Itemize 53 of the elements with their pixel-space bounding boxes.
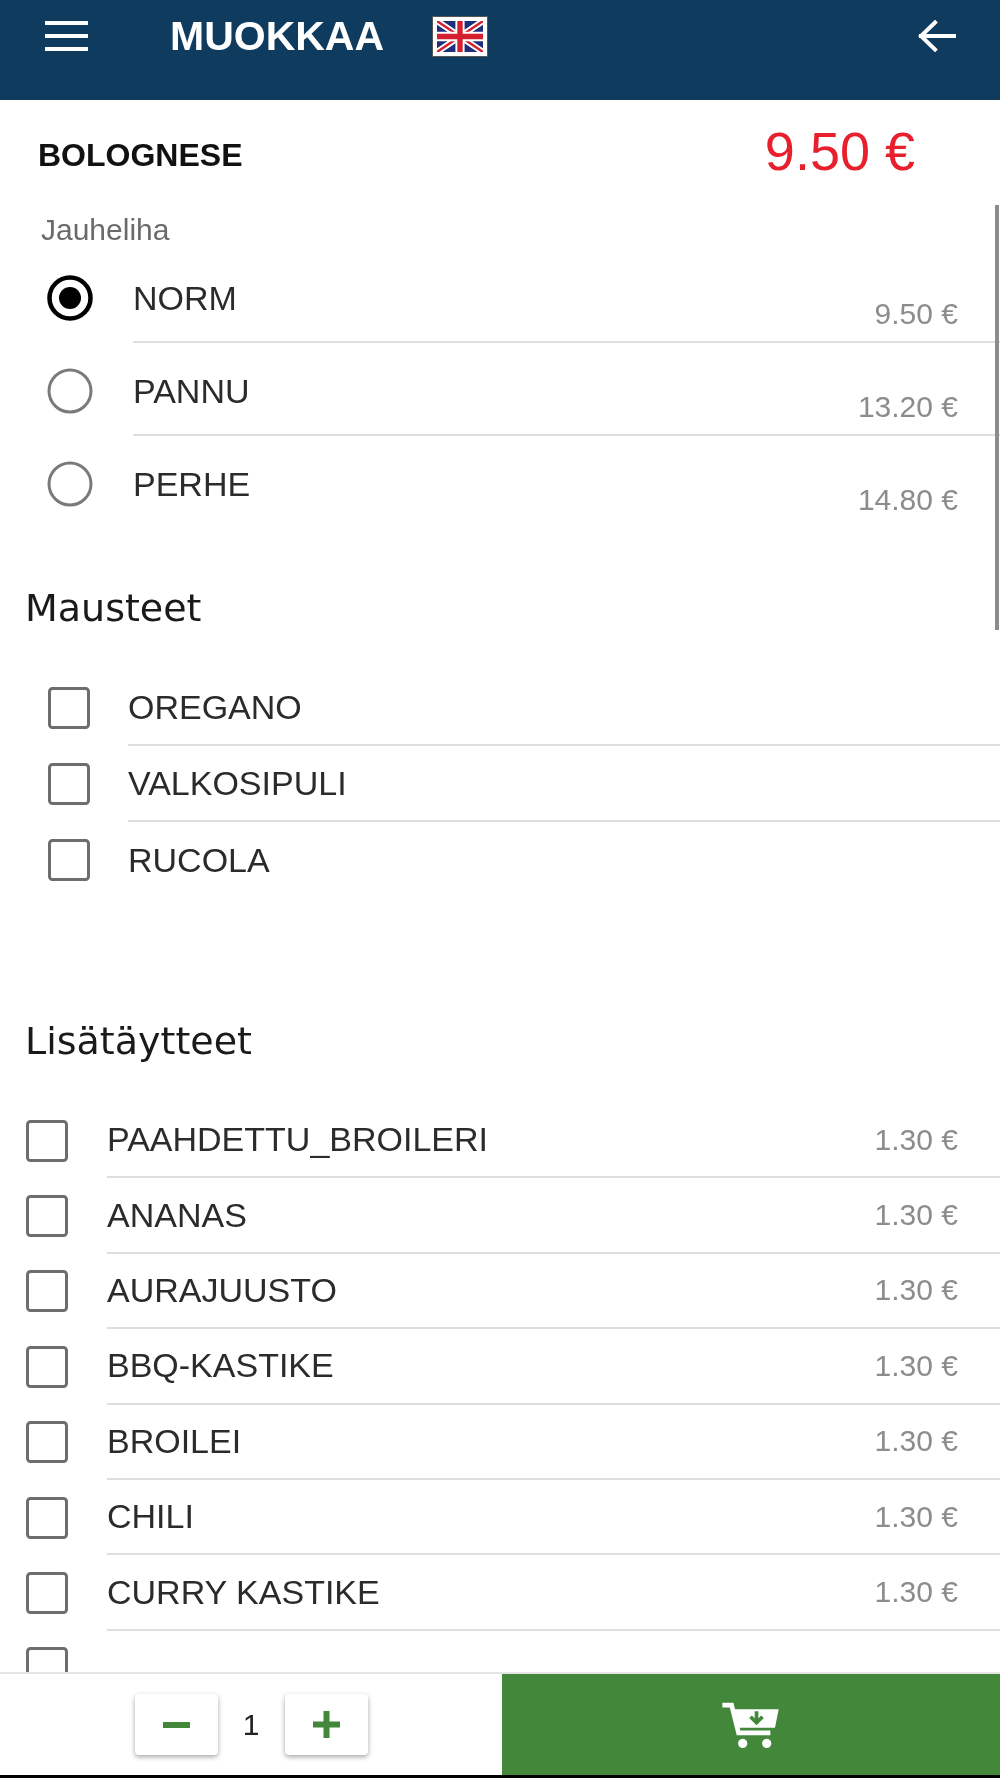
decrease-button[interactable] [134, 1694, 218, 1755]
menu-icon[interactable] [45, 21, 88, 51]
checkbox[interactable] [26, 1345, 68, 1388]
option-price: 1.30 € [874, 1348, 958, 1383]
checkbox[interactable] [26, 1195, 68, 1238]
radio-button[interactable] [47, 461, 93, 507]
option-label: OREGANO [128, 687, 302, 727]
option-price: 14.80 € [857, 482, 958, 515]
add-to-cart-button[interactable] [502, 1674, 1000, 1775]
cart-icon [722, 1700, 780, 1749]
radio-button[interactable] [47, 368, 93, 414]
option-label: BROILEI [107, 1421, 242, 1461]
product-name: BOLOGNESE [38, 136, 243, 174]
option-price: 1.30 € [874, 1198, 958, 1233]
option-label: CHILI [107, 1497, 194, 1537]
radio-button[interactable] [47, 275, 93, 321]
option-price: 13.20 € [857, 389, 958, 422]
plus-icon [312, 1711, 340, 1738]
section-heading: Mausteet [24, 585, 203, 632]
option-price: 1.30 € [874, 1122, 958, 1157]
option-label: AURAJUUSTO [107, 1270, 337, 1310]
group-subtitle: Jauheliha [40, 212, 171, 248]
product-price: 9.50 € [764, 120, 915, 182]
checkbox[interactable] [26, 1496, 68, 1539]
option-price: 1.30 € [874, 1575, 958, 1610]
option-label: NORM [133, 278, 237, 316]
checkbox[interactable] [48, 763, 90, 805]
scrollbar-thumb[interactable] [995, 205, 999, 630]
option-label: CURRY KASTIKE [107, 1572, 380, 1612]
section-heading: Lisätäytteet [24, 1018, 253, 1065]
increase-button[interactable] [284, 1694, 368, 1755]
page-title: MUOKKAA [170, 12, 385, 60]
back-arrow-icon[interactable] [916, 20, 956, 52]
option-label: PANNU [133, 371, 250, 409]
checkbox[interactable] [26, 1421, 68, 1464]
checkbox[interactable] [26, 1572, 68, 1615]
option-label: ANANAS [107, 1195, 247, 1235]
checkbox[interactable] [48, 839, 90, 881]
checkbox[interactable] [48, 687, 90, 729]
option-price: 1.30 € [874, 1424, 958, 1459]
option-label: BBQ-KASTIKE [107, 1346, 334, 1386]
option-label: PAAHDETTU_BROILERI [107, 1120, 488, 1160]
checkbox[interactable] [26, 1119, 68, 1162]
quantity-value: 1 [242, 1707, 260, 1742]
option-label: VALKOSIPULI [128, 763, 347, 803]
checkbox[interactable] [26, 1270, 68, 1313]
option-label: RUCOLA [128, 840, 270, 880]
option-price: 1.30 € [874, 1273, 958, 1308]
minus-icon [162, 1721, 190, 1728]
option-label: PERHE [133, 464, 251, 502]
option-price: 9.50 € [874, 296, 958, 329]
option-price: 1.30 € [874, 1499, 958, 1534]
flag-icon[interactable] [432, 15, 489, 57]
